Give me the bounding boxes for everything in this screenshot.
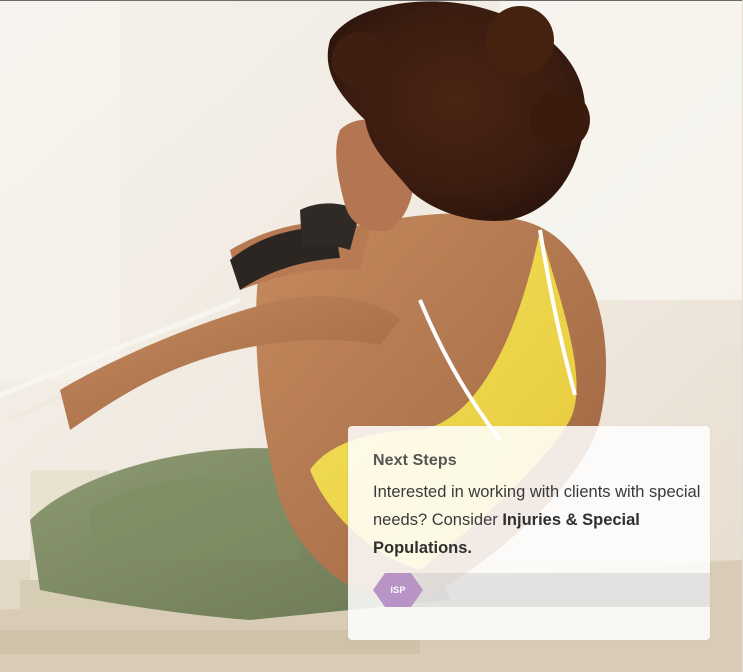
card-title: Next Steps bbox=[373, 452, 457, 469]
card-body: Interested in working with clients with … bbox=[373, 478, 703, 562]
top-border bbox=[0, 0, 743, 1]
card-footer-strip bbox=[392, 573, 710, 607]
next-steps-card: Next Steps Interested in working with cl… bbox=[348, 426, 710, 640]
isp-badge[interactable]: ISP bbox=[373, 573, 423, 607]
page-frame: Next Steps Interested in working with cl… bbox=[0, 0, 743, 672]
badge-label: ISP bbox=[390, 585, 406, 595]
